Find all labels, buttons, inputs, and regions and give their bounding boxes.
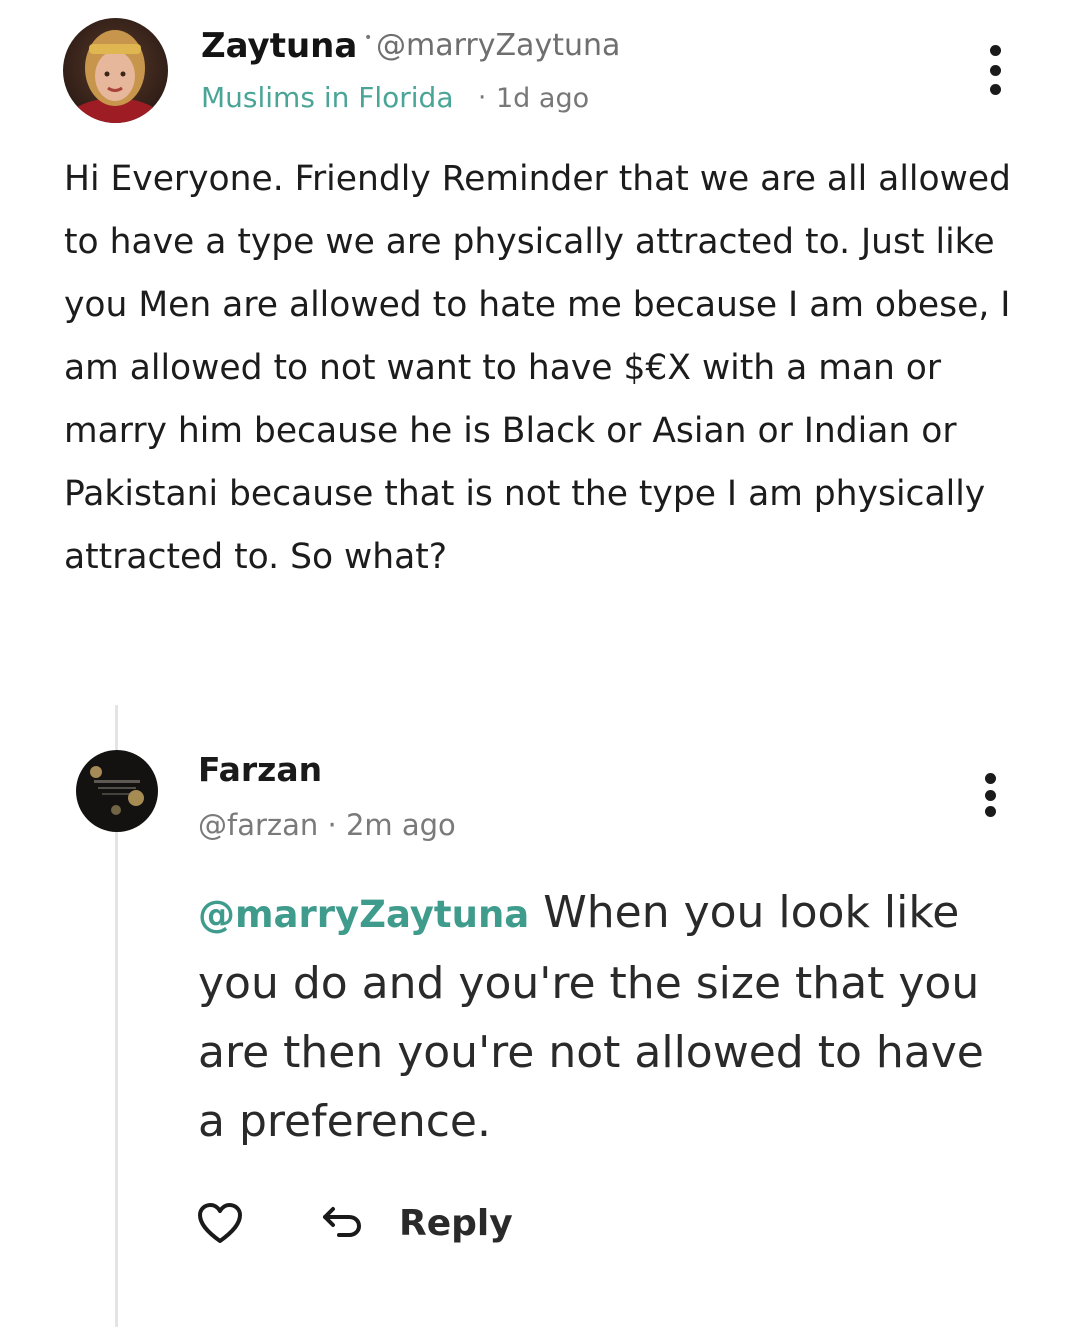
reply-author-handle[interactable]: @farzan bbox=[198, 808, 318, 842]
reply-author-name[interactable]: Farzan bbox=[198, 750, 322, 789]
reply-author-meta: @farzan · 2m ago bbox=[198, 808, 456, 842]
reply-actions: Reply bbox=[195, 1196, 513, 1250]
time-separator: · bbox=[478, 83, 487, 113]
reply-arrow-icon bbox=[323, 1207, 361, 1237]
reply-author-avatar[interactable] bbox=[76, 750, 158, 832]
post-body-text: Hi Everyone. Friendly Reminder that we a… bbox=[64, 159, 1011, 577]
reply-button[interactable]: Reply bbox=[319, 1203, 513, 1244]
more-vertical-icon[interactable] bbox=[980, 773, 1000, 817]
author-handle[interactable]: @marryZaytuna bbox=[376, 28, 620, 63]
author-avatar[interactable] bbox=[63, 18, 168, 123]
reply-body-text: @marryZaytuna When you look like you do … bbox=[198, 878, 988, 1156]
post-timestamp: 1d ago bbox=[496, 83, 590, 114]
name-separator-dot: • bbox=[364, 30, 373, 46]
reply-timestamp: 2m ago bbox=[345, 808, 456, 842]
author-name[interactable]: Zaytuna bbox=[201, 26, 357, 66]
reply-label: Reply bbox=[399, 1202, 513, 1244]
heart-icon[interactable] bbox=[195, 1198, 245, 1248]
reply-time-separator: · bbox=[327, 808, 337, 842]
mention-link[interactable]: @marryZaytuna bbox=[198, 893, 529, 936]
community-link[interactable]: Muslims in Florida bbox=[201, 81, 453, 114]
more-vertical-icon[interactable] bbox=[985, 45, 1005, 95]
